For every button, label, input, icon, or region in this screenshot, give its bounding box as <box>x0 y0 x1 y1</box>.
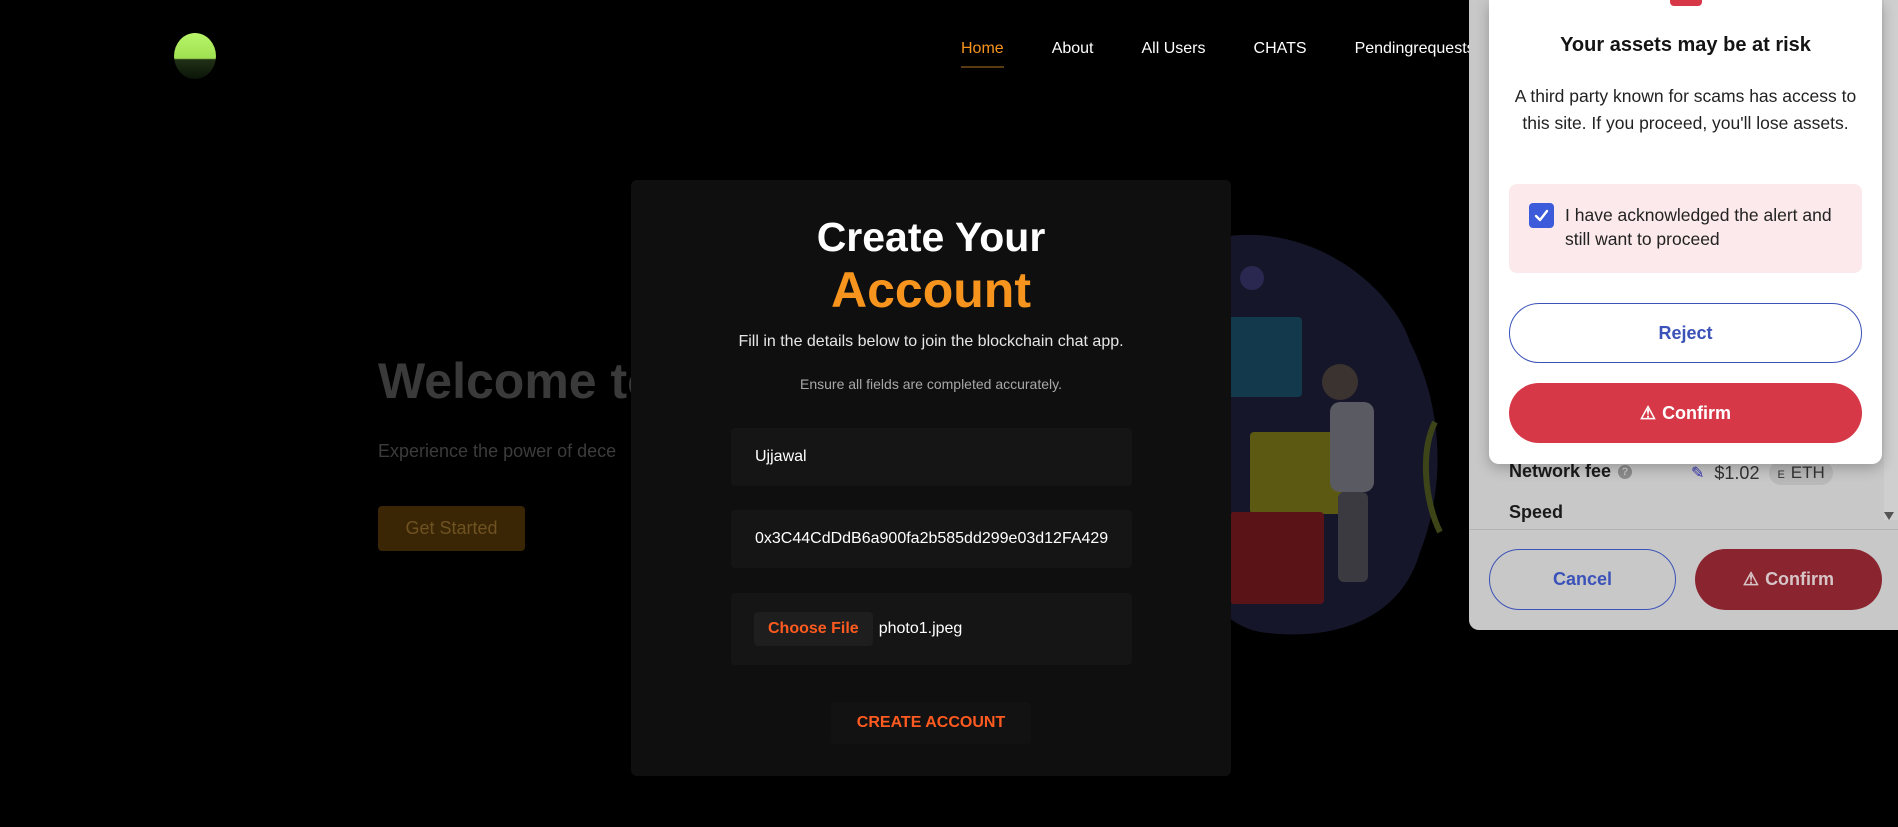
main-nav: Home About All Users CHATS Pendingreques… <box>961 40 1523 68</box>
acknowledge-checkbox[interactable] <box>1529 203 1554 228</box>
network-fee-row: Network fee ? <box>1509 461 1633 482</box>
currency-label: ETH <box>1790 463 1825 482</box>
eth-icon: E <box>1777 469 1785 481</box>
network-fee-label: Network fee <box>1509 461 1612 481</box>
hero-title: Welcome to <box>378 353 658 409</box>
name-input-value: Ujjawal <box>755 448 807 465</box>
help-icon[interactable]: ? <box>1618 464 1633 479</box>
scroll-down-arrow-icon[interactable] <box>1884 512 1894 520</box>
security-alert-dialog: Your assets may be at risk A third party… <box>1489 0 1882 464</box>
wallet-scrollbar[interactable] <box>1884 0 1898 520</box>
alert-confirm-label: Confirm <box>1662 402 1732 423</box>
warning-icon: ⚠ <box>1742 569 1760 589</box>
nav-home[interactable]: Home <box>961 40 1004 68</box>
modal-description: Fill in the details below to join the bl… <box>738 333 1124 350</box>
modal-note: Ensure all fields are completed accurate… <box>800 376 1062 392</box>
nav-pending-requests[interactable]: Pendingrequests <box>1355 40 1475 58</box>
acknowledge-label: I have acknowledged the alert and still … <box>1565 205 1832 249</box>
acknowledge-box: I have acknowledged the alert and still … <box>1509 184 1862 273</box>
file-input: Choose File photo1.jpeg <box>731 593 1132 665</box>
currency-chip: E ETH <box>1769 461 1833 485</box>
selected-file-name: photo1.jpeg <box>878 620 963 637</box>
network-fee-value-group: ✎ $1.02 E ETH <box>1691 461 1833 485</box>
nav-all-users[interactable]: All Users <box>1142 40 1206 58</box>
modal-title-line2: Account <box>831 262 1031 318</box>
nav-about[interactable]: About <box>1052 40 1094 58</box>
reject-button[interactable]: Reject <box>1509 303 1862 363</box>
network-fee-value: $1.02 <box>1714 462 1760 483</box>
alert-confirm-button[interactable]: ⚠ Confirm <box>1509 383 1862 443</box>
create-account-button[interactable]: CREATE ACCOUNT <box>831 702 1031 744</box>
speed-label: Speed <box>1509 502 1564 522</box>
warning-icon: ⚠ <box>1639 402 1657 423</box>
modal-title-line1: Create Your <box>816 214 1046 260</box>
name-input[interactable]: Ujjawal <box>731 428 1132 486</box>
wallet-confirm-button[interactable]: ⚠ Confirm <box>1695 549 1882 610</box>
choose-file-button[interactable]: Choose File <box>754 612 873 646</box>
wallet-address-input[interactable]: 0x3C44CdDdB6a900fa2b585dd299e03d12FA429 <box>731 510 1132 568</box>
wallet-address-value: 0x3C44CdDdB6a900fa2b585dd299e03d12FA429 <box>755 530 1109 547</box>
app-logo[interactable] <box>174 33 216 79</box>
alert-badge <box>1670 0 1702 6</box>
nav-chats[interactable]: CHATS <box>1254 40 1307 58</box>
alert-body: A third party known for scams has access… <box>1514 86 1857 133</box>
hero-subtitle: Experience the power of dece <box>378 441 617 461</box>
alert-title: Your assets may be at risk <box>1560 34 1811 56</box>
wallet-cancel-button[interactable]: Cancel <box>1489 549 1676 610</box>
edit-icon[interactable]: ✎ <box>1691 463 1704 483</box>
wallet-confirm-label: Confirm <box>1765 569 1835 589</box>
divider <box>1469 529 1898 530</box>
checkmark-icon <box>1534 209 1549 222</box>
get-started-button[interactable]: Get Started <box>378 506 525 551</box>
create-account-modal: Create Your Account Fill in the details … <box>631 180 1231 776</box>
